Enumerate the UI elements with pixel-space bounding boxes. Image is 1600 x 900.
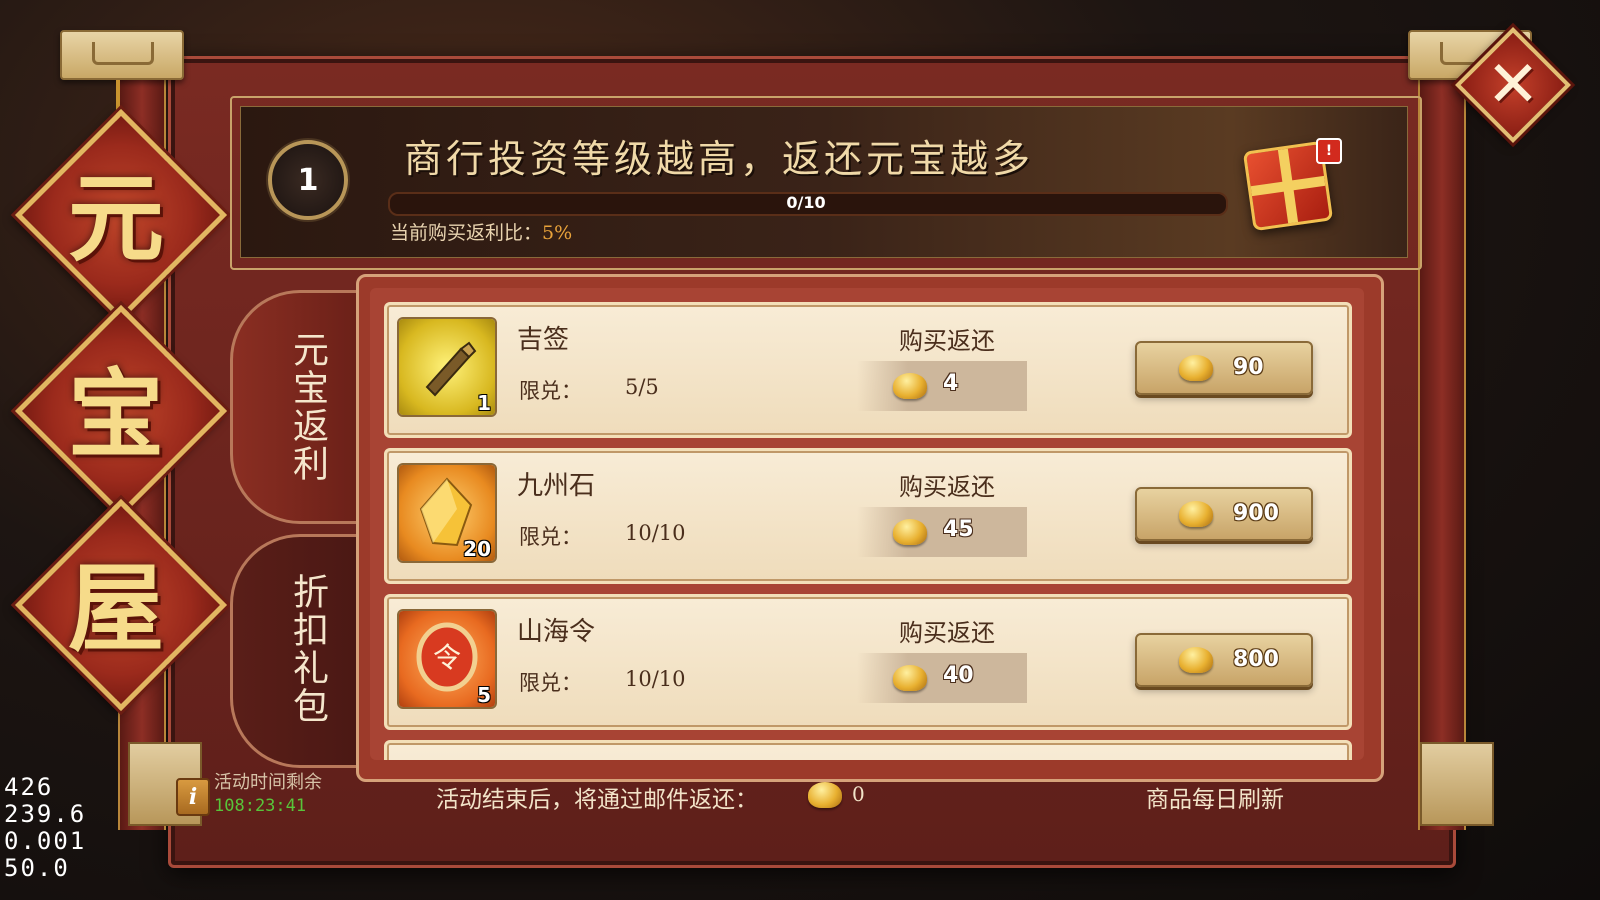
refresh-note: 商品每日刷新 bbox=[1146, 787, 1284, 813]
return-label: 购买返还 bbox=[899, 619, 995, 647]
progress-text: 0/10 bbox=[786, 193, 826, 212]
list-item: 令 5 山海令 限兑： 10/10 购买返还 40 800 bbox=[384, 594, 1352, 730]
title-char-2: 宝 bbox=[68, 357, 164, 471]
banner-title: 商行投资等级越高，返还元宝越多 bbox=[404, 137, 1035, 181]
buy-price: 900 bbox=[1233, 501, 1279, 526]
tab-yuanbao-rebate-label: 元宝返利 bbox=[287, 331, 328, 483]
debug-line: 426 bbox=[4, 773, 54, 801]
crystal-icon[interactable]: 20 bbox=[399, 465, 495, 561]
ingot-icon bbox=[893, 665, 927, 691]
buy-price: 800 bbox=[1233, 647, 1279, 672]
debug-line: 0.001 bbox=[4, 827, 87, 855]
limit-label: 限兑： bbox=[519, 379, 582, 403]
level-badge: 1 bbox=[268, 140, 348, 220]
return-amount: 45 bbox=[943, 517, 974, 542]
return-amount-box: 45 bbox=[857, 507, 1027, 557]
return-label: 购买返还 bbox=[899, 473, 995, 501]
buy-button[interactable]: 800 bbox=[1135, 633, 1313, 687]
title-char-3: 屋 bbox=[68, 551, 164, 665]
ingot-icon bbox=[1179, 501, 1213, 527]
item-list[interactable]: 1 吉签 限兑： 5/5 购买返还 4 90 20 九州石 限兑： 10/10 … bbox=[370, 288, 1364, 760]
return-amount: 4 bbox=[943, 371, 959, 396]
item-count: 20 bbox=[463, 537, 491, 561]
limit-value: 10/10 bbox=[625, 667, 686, 691]
buy-price: 90 bbox=[1233, 355, 1264, 380]
list-item: 20 九州石 限兑： 10/10 购买返还 45 900 bbox=[384, 448, 1352, 584]
return-amount-box: 40 bbox=[857, 653, 1027, 703]
buy-button[interactable]: 900 bbox=[1135, 487, 1313, 541]
limit-value: 5/5 bbox=[625, 375, 659, 399]
debug-line: 239.6 bbox=[4, 800, 87, 828]
tab-yuanbao-rebate[interactable]: 元宝返利 bbox=[230, 290, 363, 524]
ingot-icon bbox=[893, 519, 927, 545]
debug-line: 50.0 bbox=[4, 854, 70, 882]
limit-label: 限兑： bbox=[519, 525, 582, 549]
right-pillar-base bbox=[1420, 742, 1494, 826]
item-count: 1 bbox=[477, 391, 491, 415]
buy-button[interactable]: 90 bbox=[1135, 341, 1313, 395]
item-count: 5 bbox=[477, 683, 491, 707]
item-name: 吉签 bbox=[517, 325, 570, 355]
rebate-rate-value: 5% bbox=[542, 222, 573, 244]
close-icon[interactable]: ✕ bbox=[1472, 44, 1554, 126]
mail-return-text: 活动结束后，将通过邮件返还： bbox=[436, 787, 758, 813]
debug-overlay: 426 239.6 0.001 50.0 bbox=[4, 774, 86, 882]
return-amount-box: 4 bbox=[857, 361, 1027, 411]
right-pillar bbox=[1418, 70, 1466, 830]
gift-notification-badge: ! bbox=[1316, 138, 1342, 164]
left-pillar-cap bbox=[60, 30, 184, 80]
tab-discount-pack[interactable]: 折扣礼包 bbox=[230, 534, 363, 768]
return-label: 购买返还 bbox=[899, 327, 995, 355]
svg-text:令: 令 bbox=[433, 641, 461, 674]
return-amount: 40 bbox=[943, 663, 974, 688]
item-name: 山海令 bbox=[517, 617, 596, 647]
rebate-rate-label: 当前购买返利比： bbox=[390, 222, 543, 244]
token-icon[interactable]: 令 5 bbox=[399, 611, 495, 707]
list-item: 1 吉签 限兑： 5/5 购买返还 4 90 bbox=[384, 302, 1352, 438]
item-name: 九州石 bbox=[517, 471, 596, 501]
limit-label: 限兑： bbox=[519, 671, 582, 695]
title-char-1: 元 bbox=[68, 161, 164, 275]
limit-value: 10/10 bbox=[625, 521, 686, 545]
info-icon[interactable]: i bbox=[176, 778, 210, 816]
ingot-icon bbox=[893, 373, 927, 399]
tab-discount-pack-label: 折扣礼包 bbox=[287, 573, 328, 725]
ingot-icon bbox=[808, 782, 842, 808]
mail-return-value: 0 bbox=[852, 782, 865, 806]
list-item bbox=[384, 740, 1352, 760]
timer-label: 活动时间剩余 bbox=[214, 772, 322, 793]
ingot-icon bbox=[1179, 355, 1213, 381]
scroll-icon[interactable]: 1 bbox=[399, 319, 495, 415]
timer-value: 108:23:41 bbox=[214, 796, 307, 816]
rebate-rate: 当前购买返利比：5% bbox=[390, 218, 572, 245]
ingot-icon bbox=[1179, 647, 1213, 673]
